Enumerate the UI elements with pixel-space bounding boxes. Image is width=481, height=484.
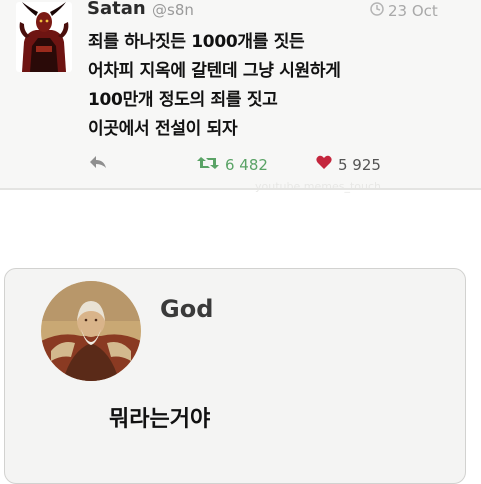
like-button[interactable]: 5 925 — [316, 155, 381, 174]
tweet-line: 이곳에서 전설이 되자 — [88, 119, 238, 139]
tweet-date: 23 Oct — [370, 1, 438, 20]
tweet-line: 100만개 정도의 죄를 짓고 — [88, 90, 278, 110]
satan-avatar[interactable] — [16, 2, 72, 72]
reply-icon[interactable] — [88, 154, 108, 174]
retweet-button[interactable]: 6 482 — [196, 155, 268, 175]
clock-icon — [370, 1, 384, 20]
watermark: youtube memes_touch — [255, 180, 381, 193]
retweet-count: 6 482 — [225, 156, 268, 174]
author-name[interactable]: Satan — [87, 0, 146, 19]
tweet-body: 죄를 하나짓든 1000개를 짓든 어차피 지옥에 갈텐데 그냥 시원하게 10… — [88, 28, 468, 144]
date-text: 23 Oct — [388, 1, 438, 20]
god-avatar[interactable] — [41, 281, 141, 381]
retweet-icon — [196, 155, 220, 175]
like-count: 5 925 — [338, 155, 381, 174]
divider — [0, 188, 481, 190]
god-reply-card: God 뭐라는거야 — [4, 268, 466, 484]
god-message: 뭐라는거야 — [109, 407, 211, 432]
tweet-line: 죄를 하나짓든 1000개를 짓든 — [88, 32, 305, 52]
author-handle[interactable]: @s8n — [152, 1, 194, 19]
tweet-actions: 6 482 5 925 — [88, 152, 448, 180]
heart-icon — [316, 155, 332, 174]
god-name[interactable]: God — [160, 295, 213, 323]
satan-tweet: Satan @s8n 23 Oct 죄를 하나짓든 1000개를 짓든 어차피 … — [0, 0, 481, 193]
tweet-line: 어차피 지옥에 갈텐데 그냥 시원하게 — [88, 61, 341, 81]
